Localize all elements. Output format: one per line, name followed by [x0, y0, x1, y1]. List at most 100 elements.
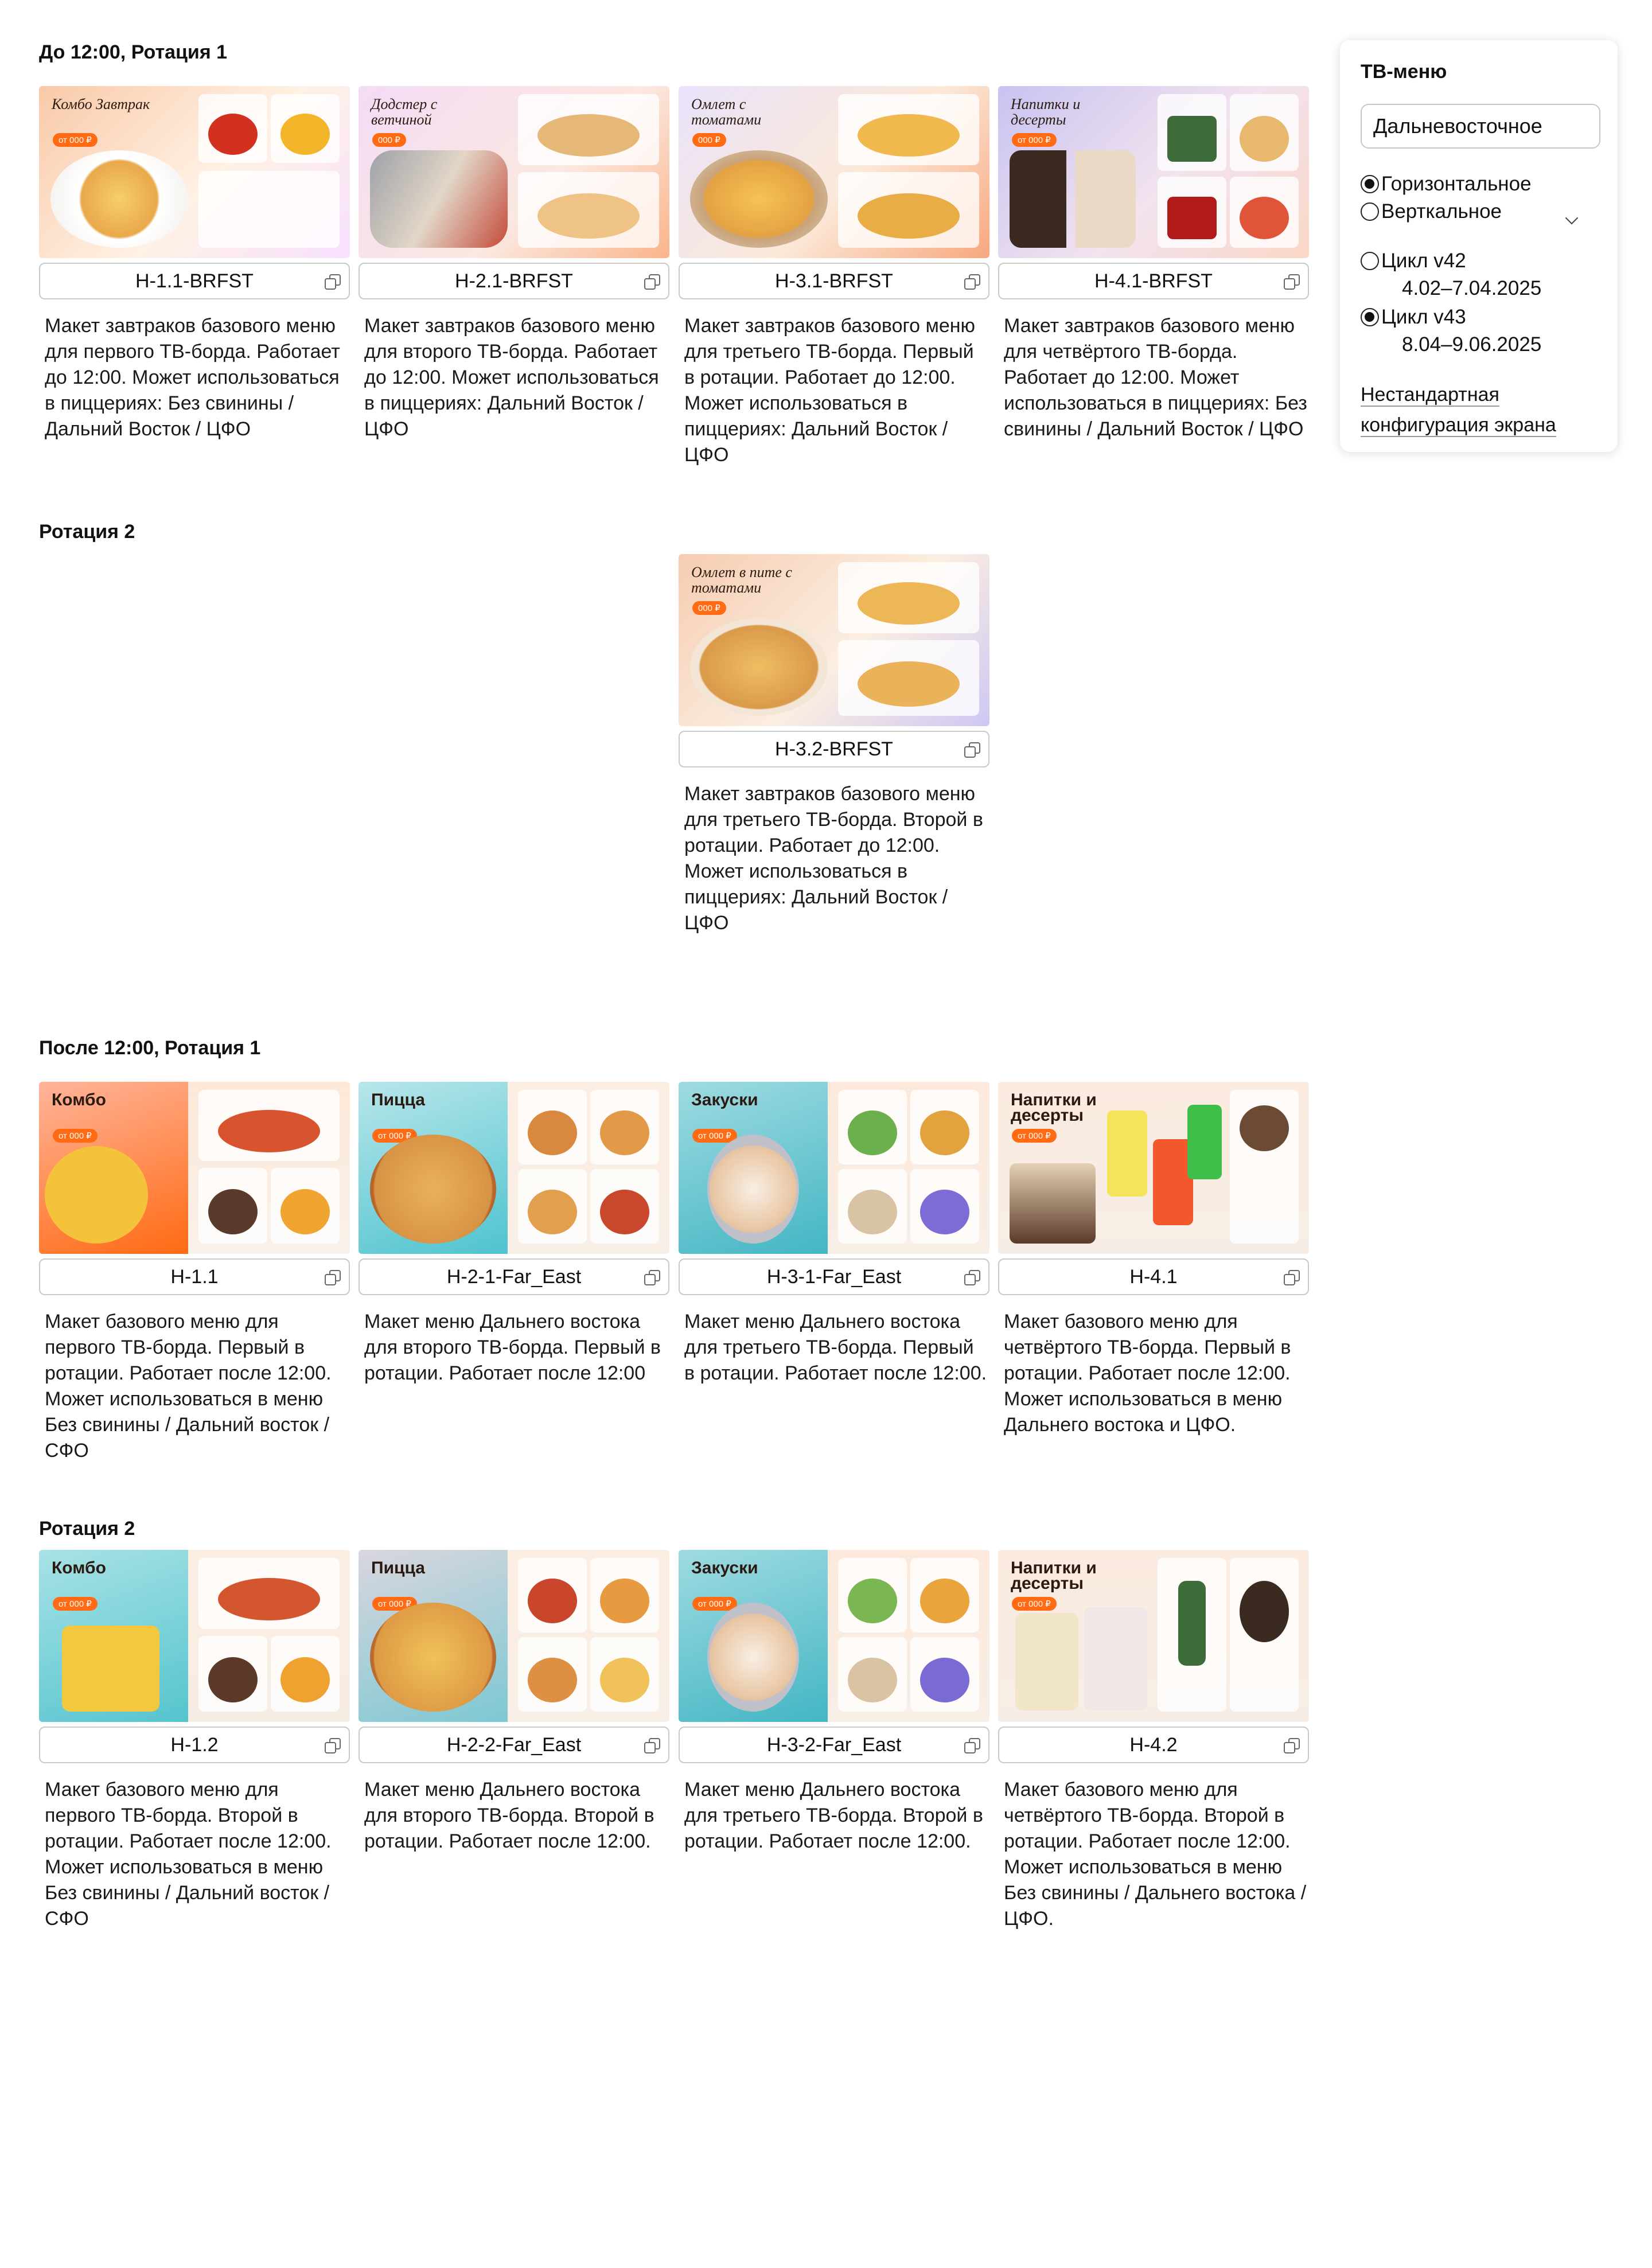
- layout-code: H-2.1-BRFST: [455, 270, 573, 292]
- layout-thumbnail[interactable]: Закуски от 000 ₽: [679, 1082, 989, 1254]
- copy-icon[interactable]: [644, 274, 660, 290]
- layout-code: H-4.2: [1129, 1733, 1178, 1756]
- menu-tile: [198, 1636, 267, 1712]
- copy-icon[interactable]: [964, 1738, 980, 1753]
- copy-icon[interactable]: [325, 1270, 341, 1285]
- section-title-lunch-rotation-1: После 12:00, Ротация 1: [39, 1037, 261, 1059]
- dish-image: [1010, 150, 1136, 248]
- layout-card: Комбо Завтрак от 000 ₽ H-1.1-BRFST Макет…: [39, 86, 350, 442]
- layout-description: Макет базового меню для четвёртого ТВ-бо…: [1004, 1311, 1291, 1436]
- menu-tile: [1158, 177, 1226, 248]
- cycle-group: Цикл v42 4.02–7.04.2025 Цикл v43 8.04–9.…: [1361, 247, 1597, 358]
- copy-icon[interactable]: [964, 1270, 980, 1285]
- layout-code-field[interactable]: H-4.1-BRFST: [998, 263, 1309, 299]
- menu-tile: [1230, 1558, 1299, 1712]
- dish-image: [1010, 1163, 1096, 1244]
- section-title-lunch-rotation-2: Ротация 2: [39, 1518, 135, 1540]
- layout-code-field[interactable]: H-1.1: [39, 1258, 350, 1295]
- layout-description: Макет базового меню для четвёртого ТВ-бо…: [1004, 1779, 1307, 1930]
- layout-card: Закуски от 000 ₽ H-3-2-Far_East Макет ме…: [679, 1550, 989, 1854]
- copy-icon[interactable]: [1284, 274, 1300, 290]
- layout-description: Макет завтраков базового меню для первог…: [45, 315, 340, 440]
- radio-checked-icon[interactable]: [1361, 308, 1379, 326]
- layout-thumbnail[interactable]: Омлет с томатами 000 ₽: [679, 86, 989, 258]
- option-label: Цикл v42 4.02–7.04.2025: [1381, 247, 1541, 302]
- thumbnail-title: Омлет в пите с томатами: [691, 564, 792, 596]
- custom-screen-config-link[interactable]: Нестандартная конфигурация экрана: [1361, 384, 1556, 437]
- copy-icon[interactable]: [325, 274, 341, 290]
- layout-thumbnail[interactable]: Пицца от 000 ₽: [359, 1082, 669, 1254]
- layout-code: H-3.2-BRFST: [775, 738, 893, 760]
- dish-image: [690, 150, 828, 248]
- layout-description: Макет базового меню для первого ТВ-борда…: [45, 1311, 332, 1462]
- copy-icon[interactable]: [964, 742, 980, 758]
- drink-image: [1187, 1105, 1222, 1179]
- dish-image: [707, 1135, 799, 1244]
- layout-card: Пицца от 000 ₽ H-2-1-Far_East Макет меню…: [359, 1082, 669, 1386]
- cycle-v42-option[interactable]: Цикл v42 4.02–7.04.2025: [1361, 247, 1597, 302]
- layout-thumbnail[interactable]: Комбо от 000 ₽: [39, 1550, 350, 1722]
- copy-icon[interactable]: [964, 274, 980, 290]
- dish-image: [370, 1603, 496, 1712]
- radio-unchecked-icon[interactable]: [1361, 202, 1379, 221]
- layout-code-field[interactable]: H-4.2: [998, 1727, 1309, 1763]
- menu-tile: [271, 94, 340, 163]
- dish-image: [707, 1603, 799, 1712]
- layout-code-field[interactable]: H-3.2-BRFST: [679, 731, 989, 767]
- layout-code-field[interactable]: H-3-1-Far_East: [679, 1258, 989, 1295]
- custom-config-link-wrap: Нестандартная конфигурация экрана: [1361, 381, 1584, 442]
- copy-icon[interactable]: [644, 1738, 660, 1753]
- thumbnail-price: 000 ₽: [372, 133, 406, 147]
- dish-image: [370, 1135, 496, 1244]
- option-label: Верткальное: [1381, 200, 1502, 223]
- layout-thumbnail[interactable]: Закуски от 000 ₽: [679, 1550, 989, 1722]
- layout-code-field[interactable]: H-4.1: [998, 1258, 1309, 1295]
- orientation-horizontal-option[interactable]: Горизонтальное: [1361, 170, 1597, 198]
- layout-code-field[interactable]: H-2-1-Far_East: [359, 1258, 669, 1295]
- menu-tile: [271, 1636, 340, 1712]
- thumbnail-price: от 000 ₽: [53, 1597, 98, 1611]
- layout-card: Додстер с ветчиной 000 ₽ H-2.1-BRFST Мак…: [359, 86, 669, 442]
- copy-icon[interactable]: [644, 1270, 660, 1285]
- layout-thumbnail[interactable]: Комбо от 000 ₽: [39, 1082, 350, 1254]
- thumbnail-title: Додстер с ветчиной: [371, 96, 438, 128]
- radio-checked-icon[interactable]: [1361, 175, 1379, 193]
- layout-code-field[interactable]: H-1.2: [39, 1727, 350, 1763]
- menu-type-input[interactable]: [1361, 104, 1600, 149]
- layout-code-field[interactable]: H-3.1-BRFST: [679, 263, 989, 299]
- radio-unchecked-icon[interactable]: [1361, 252, 1379, 270]
- layout-code-field[interactable]: H-1.1-BRFST: [39, 263, 350, 299]
- layout-code-field[interactable]: H-2.1-BRFST: [359, 263, 669, 299]
- drink-image: [1015, 1613, 1078, 1710]
- menu-tile: [910, 1637, 979, 1712]
- layout-thumbnail[interactable]: Додстер с ветчиной 000 ₽: [359, 86, 669, 258]
- copy-icon[interactable]: [1284, 1270, 1300, 1285]
- menu-tile: [1158, 94, 1226, 171]
- cycle-v43-option[interactable]: Цикл v43 8.04–9.06.2025: [1361, 303, 1597, 358]
- layout-thumbnail[interactable]: Напитки и десерты от 000 ₽: [998, 86, 1309, 258]
- layout-thumbnail[interactable]: Напитки и десерты от 000 ₽: [998, 1550, 1309, 1722]
- dish-image: [690, 618, 828, 716]
- layout-code-field[interactable]: H-3-2-Far_East: [679, 1727, 989, 1763]
- layout-thumbnail[interactable]: Комбо Завтрак от 000 ₽: [39, 86, 350, 258]
- thumbnail-title: Комбо Завтрак: [52, 96, 150, 112]
- menu-tile: [518, 1169, 587, 1244]
- layout-thumbnail[interactable]: Пицца от 000 ₽: [359, 1550, 669, 1722]
- cycle-name: Цикл v43: [1381, 306, 1466, 328]
- copy-icon[interactable]: [325, 1738, 341, 1753]
- layout-code: H-1.1: [170, 1265, 219, 1288]
- layout-card: Закуски от 000 ₽ H-3-1-Far_East Макет ме…: [679, 1082, 989, 1386]
- menu-tile: [838, 1637, 907, 1712]
- layout-code-field[interactable]: H-2-2-Far_East: [359, 1727, 669, 1763]
- section-title-breakfast-rotation-1: До 12:00, Ротация 1: [39, 41, 228, 63]
- layout-thumbnail[interactable]: Омлет в пите с томатами 000 ₽: [679, 554, 989, 726]
- orientation-vertical-option[interactable]: Верткальное: [1361, 198, 1597, 225]
- menu-tile: [198, 1168, 267, 1244]
- layout-description: Макет меню Дальнего востока для третьего…: [684, 1311, 987, 1384]
- layout-description: Макет завтраков базового меню для четвёр…: [1004, 315, 1307, 440]
- layout-card: Комбо от 000 ₽ H-1.1 Макет базового меню…: [39, 1082, 350, 1464]
- copy-icon[interactable]: [1284, 1738, 1300, 1753]
- layout-thumbnail[interactable]: Напитки и десерты от 000 ₽: [998, 1082, 1309, 1254]
- layout-code: H-2-1-Far_East: [446, 1265, 582, 1288]
- layout-description: Макет меню Дальнего востока для третьего…: [684, 1779, 983, 1852]
